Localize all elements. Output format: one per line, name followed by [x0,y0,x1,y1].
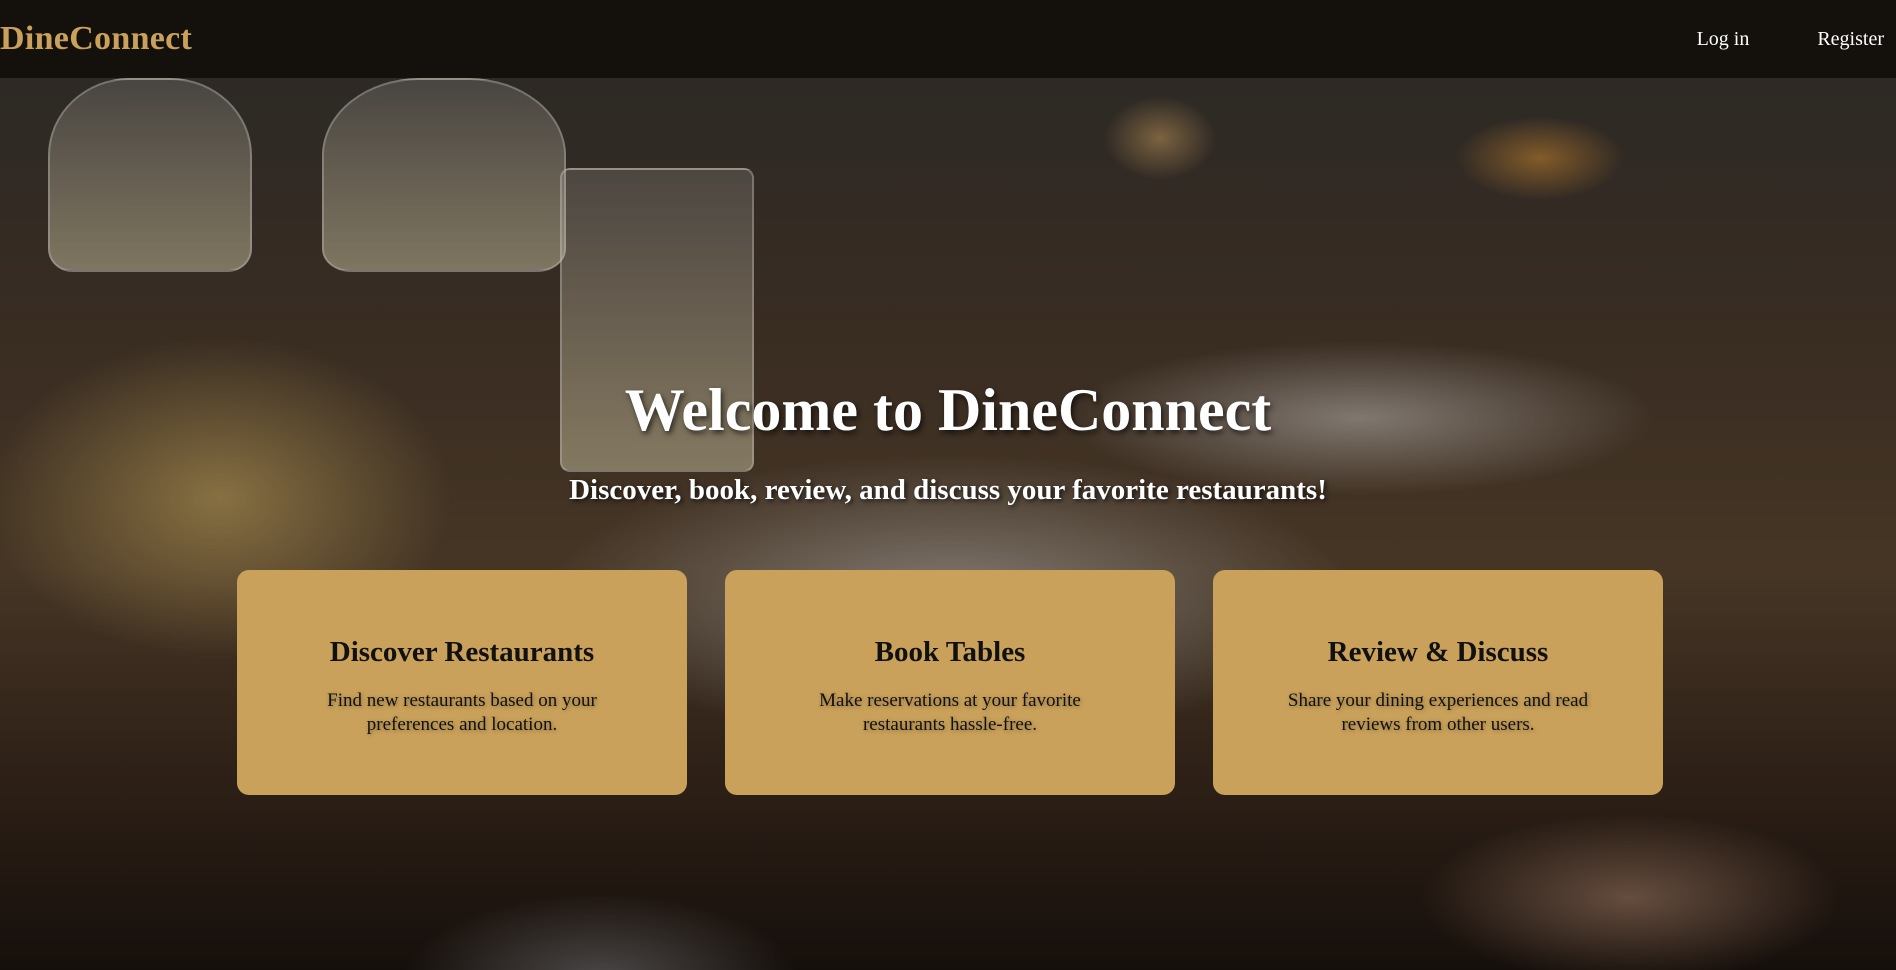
nav-links: Log in Register [1697,28,1884,51]
feature-card-review[interactable]: Review & Discuss Share your dining exper… [1213,570,1663,795]
feature-card-description: Share your dining experiences and read r… [1287,690,1589,735]
hero-section: Welcome to DineConnect Discover, book, r… [0,78,1896,970]
register-link[interactable]: Register [1817,28,1884,51]
feature-card-title: Review & Discuss [1327,636,1549,668]
feature-card-book[interactable]: Book Tables Make reservations at your fa… [725,570,1175,795]
hero-title: Welcome to DineConnect [624,377,1272,443]
feature-card-description: Find new restaurants based on your prefe… [327,690,597,735]
feature-card-title: Discover Restaurants [329,636,595,668]
feature-card-description: Make reservations at your favorite resta… [819,690,1081,735]
feature-card-title: Book Tables [874,636,1026,668]
hero-overlay [0,78,1896,970]
login-link[interactable]: Log in [1697,28,1750,51]
hero-subtitle: Discover, book, review, and discuss your… [569,474,1327,506]
brand-logo[interactable]: DineConnect [0,20,192,58]
feature-cards: Discover Restaurants Find new restaurant… [237,570,1663,795]
top-navbar: DineConnect Log in Register [0,0,1896,78]
feature-card-discover[interactable]: Discover Restaurants Find new restaurant… [237,570,687,795]
